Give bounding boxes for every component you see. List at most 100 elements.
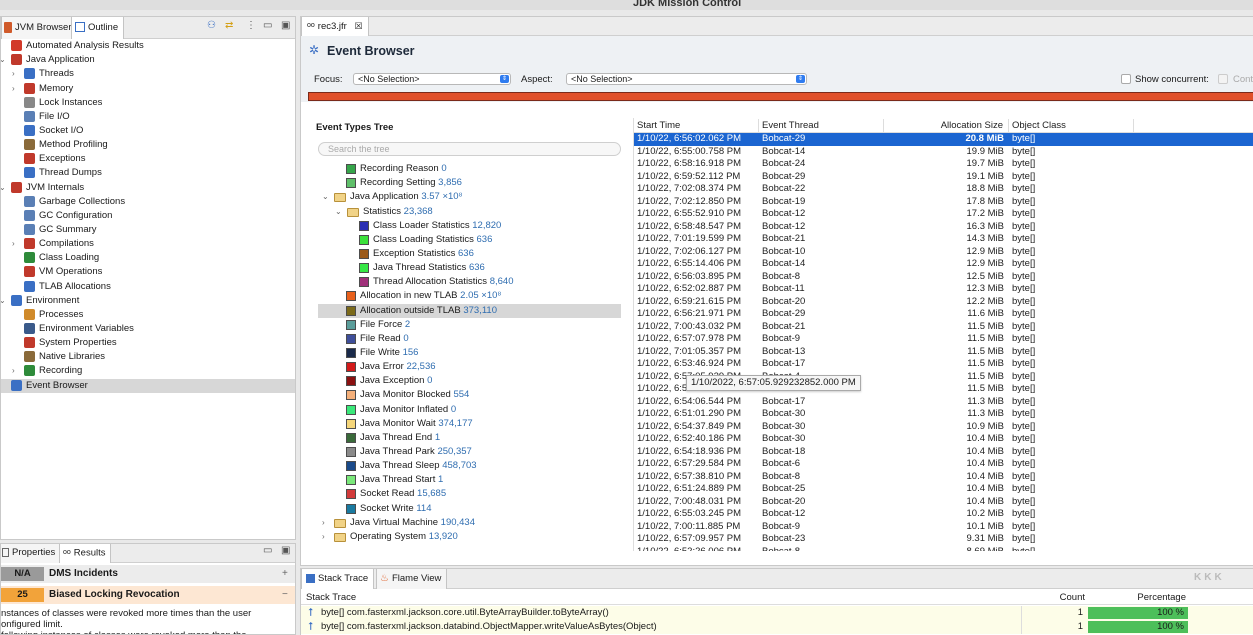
stack-col-percentage[interactable]: Percentage: [1088, 592, 1186, 603]
table-row[interactable]: 1/10/22, 7:02:08.374 PM Bobcat-22 18.8 MiB…: [634, 183, 1253, 196]
table-row[interactable]: 1/10/22, 6:57:07.978 PM Bobcat-9 11.5 MiB b…: [634, 333, 1253, 346]
minimize-icon[interactable]: ▭: [263, 20, 272, 31]
tree-item[interactable]: Java Thread Sleep 458,703: [318, 459, 621, 473]
outline-item[interactable]: Native Libraries: [1, 350, 295, 364]
table-row[interactable]: 1/10/22, 6:54:06.544 PM Bobcat-17 11.3 MiB…: [634, 396, 1253, 409]
table-row[interactable]: 1/10/22, 6:54:37.849 PM Bobcat-30 10.9 MiB…: [634, 421, 1253, 434]
chevron-down-icon[interactable]: ⌄: [1, 181, 6, 195]
result-item[interactable]: N/A DMS Incidents +: [1, 565, 295, 583]
chevron-right-icon[interactable]: ›: [12, 364, 15, 378]
tree-item[interactable]: Class Loader Statistics 12,820: [318, 219, 621, 233]
tree-item[interactable]: Java Monitor Blocked 554: [318, 388, 621, 402]
stack-row[interactable]: ⭡ byte[] com.fasterxml.jackson.core.util.…: [301, 606, 1253, 620]
table-row[interactable]: 1/10/22, 6:54:18.936 PM Bobcat-18 10.4 MiB…: [634, 446, 1253, 459]
chevron-right-icon[interactable]: ›: [12, 237, 15, 251]
tree-item[interactable]: Java Thread Park 250,357: [318, 445, 621, 459]
outline-item[interactable]: Automated Analysis Results: [1, 39, 295, 53]
tab-outline[interactable]: Outline: [71, 17, 125, 39]
outline-item[interactable]: Event Browser: [1, 378, 295, 393]
tree-item[interactable]: File Write 156: [318, 346, 621, 360]
tab-jvm-browser[interactable]: JVM Browser: [1, 17, 78, 39]
tree-item[interactable]: Exception Statistics 636: [318, 247, 621, 261]
tree-item[interactable]: Recording Reason 0: [318, 162, 621, 176]
table-row[interactable]: 1/10/22, 6:52:26.006 PM Bobcat-8 8.69 MiB b…: [634, 546, 1253, 552]
tree-item[interactable]: › Java Virtual Machine 190,434: [318, 516, 621, 530]
tree-item[interactable]: Thread Allocation Statistics 8,640: [318, 275, 621, 289]
outline-item[interactable]: VM Operations: [1, 265, 295, 279]
outline-item[interactable]: File I/O: [1, 110, 295, 124]
outline-item[interactable]: Method Profiling: [1, 138, 295, 152]
chevron-down-icon[interactable]: ⌄: [1, 53, 6, 67]
col-event-thread[interactable]: Event Thread: [759, 119, 884, 133]
outline-item[interactable]: TLAB Allocations: [1, 280, 295, 294]
tree-item[interactable]: Socket Read 15,685: [318, 487, 621, 501]
tree-item[interactable]: ⌄ Statistics 23,368: [318, 205, 621, 219]
outline-item[interactable]: Environment Variables: [1, 322, 295, 336]
col-object-class[interactable]: Object Class: [1009, 119, 1134, 133]
col-start-time[interactable]: Start Time: [634, 119, 759, 133]
table-row[interactable]: 1/10/22, 6:55:14.406 PM Bobcat-14 12.9 MiB…: [634, 258, 1253, 271]
chevron-right-icon[interactable]: ›: [322, 530, 325, 544]
focus-select[interactable]: <No Selection> ⇕: [353, 73, 511, 85]
table-row[interactable]: 1/10/22, 6:53:46.924 PM Bobcat-17 11.5 MiB…: [634, 358, 1253, 371]
outline-item[interactable]: Class Loading: [1, 251, 295, 265]
timeline-bar[interactable]: [308, 92, 1253, 101]
col-allocation-size[interactable]: Allocation Size: [884, 119, 1009, 133]
table-row[interactable]: 1/10/22, 7:02:12.850 PM Bobcat-19 17.8 MiB…: [634, 196, 1253, 209]
tree-item[interactable]: File Read 0: [318, 332, 621, 346]
stack-col-frame[interactable]: Stack Trace: [306, 592, 356, 603]
outline-item[interactable]: › Recording: [1, 364, 295, 378]
outline-item[interactable]: ⌄ Java Application: [1, 53, 295, 67]
table-row[interactable]: 1/10/22, 6:59:21.615 PM Bobcat-20 12.2 MiB…: [634, 296, 1253, 309]
tree-search-input[interactable]: Search the tree: [318, 142, 621, 156]
result-item[interactable]: 25 Biased Locking Revocation −: [1, 586, 295, 604]
chevron-down-icon[interactable]: ⌄: [1, 294, 6, 308]
collapse-icon[interactable]: −: [282, 588, 288, 602]
outline-item[interactable]: Exceptions: [1, 152, 295, 166]
tree-item[interactable]: File Force 2: [318, 318, 621, 332]
view-menu-icon[interactable]: ⋮: [246, 20, 256, 31]
tab-results[interactable]: oo Results: [59, 544, 112, 563]
tab-stack-trace[interactable]: Stack Trace: [301, 569, 375, 589]
table-row[interactable]: 1/10/22, 6:51:24.889 PM Bobcat-25 10.4 MiB…: [634, 483, 1253, 496]
tree-item[interactable]: Class Loading Statistics 636: [318, 233, 621, 247]
tab-flame-view[interactable]: ♨ Flame View: [376, 569, 448, 589]
tree-item[interactable]: Recording Setting 3,856: [318, 176, 621, 190]
table-row[interactable]: 1/10/22, 7:01:19.599 PM Bobcat-21 14.3 MiB…: [634, 233, 1253, 246]
expand-icon[interactable]: +: [282, 567, 288, 581]
outline-item[interactable]: Thread Dumps: [1, 166, 295, 180]
outline-item[interactable]: GC Summary: [1, 223, 295, 237]
tree-item[interactable]: Java Monitor Wait 374,177: [318, 417, 621, 431]
outline-item[interactable]: Lock Instances: [1, 96, 295, 110]
minimize-icon[interactable]: ▭: [263, 545, 272, 556]
stack-col-count[interactable]: Count: [1021, 592, 1085, 603]
toolbar-icons[interactable]: KKK: [1194, 572, 1225, 583]
table-row[interactable]: 1/10/22, 6:52:02.887 PM Bobcat-11 12.3 MiB…: [634, 283, 1253, 296]
maximize-icon[interactable]: ▣: [281, 20, 290, 31]
outline-item[interactable]: ⌄ JVM Internals: [1, 181, 295, 195]
table-row[interactable]: 1/10/22, 6:58:48.547 PM Bobcat-12 16.3 MiB…: [634, 221, 1253, 234]
chevron-down-icon[interactable]: ⌄: [335, 205, 342, 219]
tree-item[interactable]: Socket Write 114: [318, 502, 621, 516]
outline-item[interactable]: › Memory: [1, 82, 295, 96]
chevron-right-icon[interactable]: ›: [322, 516, 325, 530]
outline-item[interactable]: Socket I/O: [1, 124, 295, 138]
tree-item[interactable]: Java Exception 0: [318, 374, 621, 388]
table-row[interactable]: 1/10/22, 6:52:40.186 PM Bobcat-30 10.4 MiB…: [634, 433, 1253, 446]
outline-item[interactable]: › Threads: [1, 67, 295, 81]
tree-item[interactable]: Java Error 22,536: [318, 360, 621, 374]
table-row[interactable]: 1/10/22, 6:57:09.957 PM Bobcat-23 9.31 MiB…: [634, 533, 1253, 546]
show-concurrent-checkbox[interactable]: [1121, 74, 1131, 84]
outline-item[interactable]: ⌄ Environment: [1, 294, 295, 308]
link-icon[interactable]: ⇄: [225, 20, 233, 31]
chevron-right-icon[interactable]: ›: [12, 82, 15, 96]
outline-item[interactable]: Processes: [1, 308, 295, 322]
chevron-down-icon[interactable]: ⌄: [322, 190, 329, 204]
tab-rec3-jfr[interactable]: oo rec3.jfr ☒: [301, 17, 369, 36]
tree-item[interactable]: Java Thread Statistics 636: [318, 261, 621, 275]
table-row[interactable]: 1/10/22, 7:00:11.885 PM Bobcat-9 10.1 MiB b…: [634, 521, 1253, 534]
collapse-icon[interactable]: ⚇: [207, 20, 216, 31]
table-row[interactable]: 1/10/22, 6:56:21.971 PM Bobcat-29 11.6 MiB…: [634, 308, 1253, 321]
table-row[interactable]: 1/10/22, 6:55:03.245 PM Bobcat-12 10.2 MiB…: [634, 508, 1253, 521]
tree-item[interactable]: Java Thread Start 1: [318, 473, 621, 487]
